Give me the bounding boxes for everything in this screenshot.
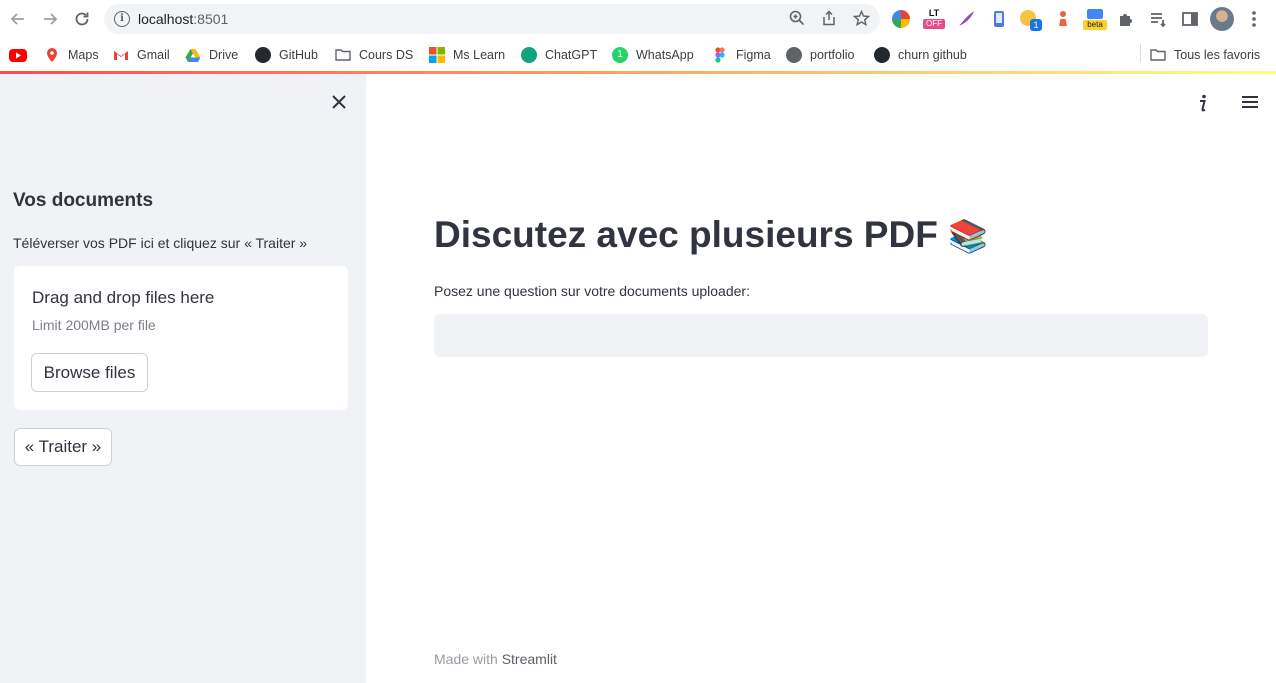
whatsapp-icon: 1: [612, 47, 628, 63]
folder-icon: [335, 47, 351, 63]
github-icon: [874, 47, 890, 63]
phone-extension-icon[interactable]: [989, 9, 1009, 29]
uploader-caption: Téléverser vos PDF ici et cliquez sur « …: [13, 235, 308, 251]
footer: Made with Streamlit: [434, 651, 557, 667]
side-panel-icon[interactable]: [1180, 9, 1200, 29]
maps-icon: [44, 47, 60, 63]
profile-avatar[interactable]: [1210, 7, 1234, 31]
globe-icon: [786, 47, 802, 63]
hamburger-menu-icon[interactable]: [1239, 92, 1261, 114]
microsoft-icon: [429, 47, 445, 63]
bookmark-portfolio[interactable]: portfolio: [786, 46, 854, 64]
main-content: Discutez avec plusieurs PDF 📚 Posez une …: [366, 74, 1276, 683]
sidebar-title: Vos documents: [13, 190, 154, 211]
file-dropzone[interactable]: Drag and drop files here Limit 200MB per…: [14, 266, 348, 410]
languagetool-extension-icon[interactable]: LT OFF: [923, 8, 945, 32]
address-bar[interactable]: i localhost:8501: [104, 4, 880, 34]
bookmarks-divider: [1140, 44, 1141, 62]
drive-icon: [185, 47, 201, 63]
dropzone-limit: Limit 200MB per file: [32, 317, 156, 333]
page-title: Discutez avec plusieurs PDF 📚: [434, 214, 988, 255]
back-arrow-icon[interactable]: [8, 9, 28, 29]
url-text: localhost:8501: [138, 11, 229, 27]
question-label: Posez une question sur votre documents u…: [434, 283, 750, 299]
bookmark-youtube[interactable]: [9, 46, 35, 64]
quill-extension-icon[interactable]: [956, 9, 976, 29]
beta-extension-icon[interactable]: beta: [1083, 7, 1107, 31]
all-bookmarks-folder[interactable]: Tous les favoris: [1150, 46, 1260, 64]
bookmarks-bar: Maps Gmail Drive GitHub Cours DS Ms Lear…: [0, 38, 1276, 71]
bookmark-churn-github[interactable]: churn github: [874, 46, 967, 64]
color-picker-extension-icon[interactable]: [892, 10, 910, 28]
streamlit-link[interactable]: Streamlit: [502, 651, 557, 667]
bookmark-cours-ds[interactable]: Cours DS: [335, 46, 413, 64]
bookmark-whatsapp[interactable]: 1 WhatsApp: [612, 46, 694, 64]
github-icon: [255, 47, 271, 63]
chatgpt-icon: [521, 47, 537, 63]
reload-icon[interactable]: [72, 9, 92, 29]
info-icon[interactable]: [1192, 92, 1214, 114]
bookmark-gmail[interactable]: Gmail: [113, 46, 170, 64]
question-input[interactable]: [434, 314, 1208, 357]
sidebar: Vos documents Téléverser vos PDF ici et …: [0, 74, 366, 683]
figma-icon: [712, 47, 728, 63]
folder-icon: [1150, 47, 1166, 63]
chrome-menu-icon[interactable]: [1244, 9, 1264, 29]
youtube-icon: [9, 48, 27, 62]
extensions-puzzle-icon[interactable]: [1116, 9, 1136, 29]
gmail-icon: [113, 47, 129, 63]
books-emoji-icon: 📚: [948, 218, 988, 254]
dropzone-title: Drag and drop files here: [32, 288, 215, 307]
close-sidebar-icon[interactable]: [329, 92, 349, 112]
bookmark-github[interactable]: GitHub: [255, 46, 318, 64]
reading-list-icon[interactable]: [1148, 9, 1168, 29]
process-button[interactable]: « Traiter »: [14, 428, 112, 466]
bookmark-ms-learn[interactable]: Ms Learn: [429, 46, 505, 64]
bookmark-drive[interactable]: Drive: [185, 46, 238, 64]
zoom-icon[interactable]: [788, 10, 806, 28]
chess-extension-icon[interactable]: [1053, 9, 1073, 29]
bookmark-maps[interactable]: Maps: [44, 46, 99, 64]
bookmark-chatgpt[interactable]: ChatGPT: [521, 46, 597, 64]
forward-arrow-icon[interactable]: [40, 9, 60, 29]
weather-extension-icon[interactable]: 1: [1020, 9, 1044, 31]
share-icon[interactable]: [820, 10, 838, 28]
bookmark-star-icon[interactable]: [852, 9, 870, 28]
site-info-icon[interactable]: i: [114, 11, 130, 27]
browse-files-button[interactable]: Browse files: [31, 353, 148, 392]
bookmark-figma[interactable]: Figma: [712, 46, 771, 64]
browser-toolbar: i localhost:8501 LT OFF 1 beta: [0, 0, 1276, 38]
